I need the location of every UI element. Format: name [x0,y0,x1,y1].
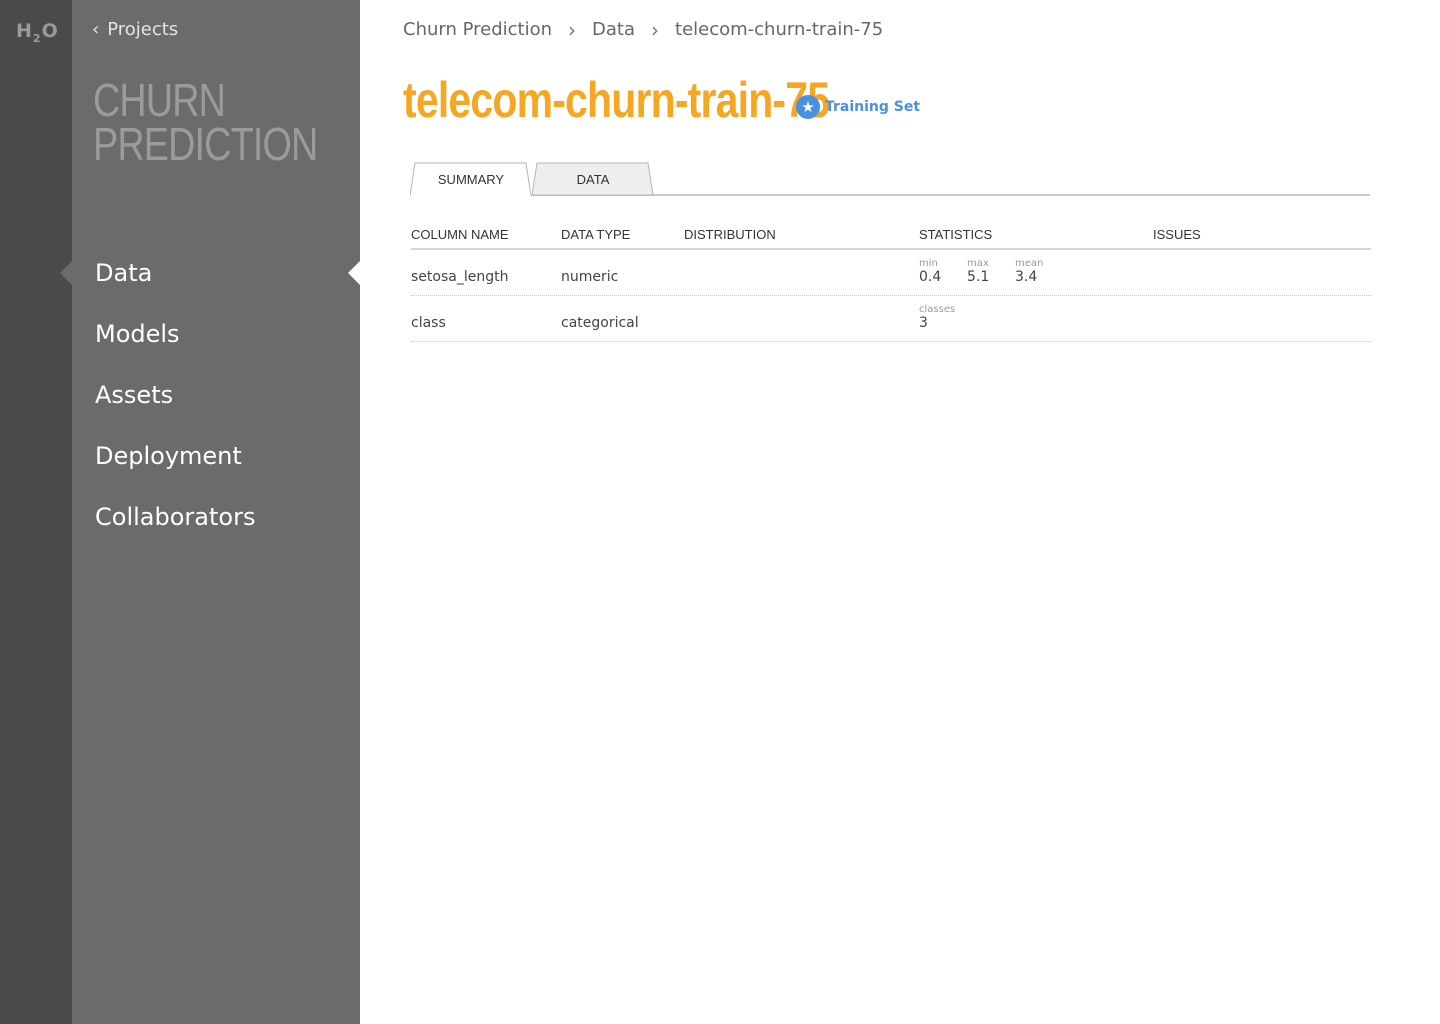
star-icon: ★ [796,95,820,119]
stat-value: 3 [919,315,928,331]
cell-column-name: setosa_length [411,269,509,285]
chevron-right-icon: › [651,17,660,42]
cell-data-type: numeric [561,269,619,285]
header-distribution[interactable]: DISTRIBUTION [684,227,919,242]
project-sidebar: ‹ Projects CHURN PREDICTION Data Models … [60,0,360,1024]
stat-label: mean [1015,258,1044,269]
badge-label: Training Set [825,99,921,115]
app-rail: H2O [0,0,72,1024]
tab-summary-label: SUMMARY [437,171,505,187]
tab-data[interactable]: DATA [532,162,654,196]
breadcrumb-item-dataset: telecom-churn-train-75 [675,19,884,40]
sidebar-item-assets[interactable]: Assets [72,364,360,425]
header-data-type[interactable]: DATA TYPE [561,227,684,242]
cell-statistics: classes 3 [919,304,1153,331]
sidebar-item-label: Models [95,319,180,348]
cell-statistics: min 0.4 max 5.1 mean 3.4 [919,258,1153,285]
stat-max: max 5.1 [967,258,1015,285]
tab-summary[interactable]: SUMMARY [410,162,532,196]
stat-value: 5.1 [967,269,990,285]
project-title: CHURN PREDICTION [93,74,318,170]
main-content: Churn Prediction › Data › telecom-churn-… [360,0,1440,1024]
sidebar-item-label: Data [95,258,153,287]
sidebar-item-deployment[interactable]: Deployment [72,425,360,486]
training-set-badge[interactable]: ★ Training Set [796,95,920,119]
stat-label: max [967,258,989,269]
logo-letter-o: O [41,20,59,42]
tab-data-label: DATA [576,171,610,187]
back-to-projects-link[interactable]: ‹ Projects [92,19,178,40]
breadcrumb: Churn Prediction › Data › telecom-churn-… [403,19,883,40]
stat-mean: mean 3.4 [1015,258,1063,285]
table-row[interactable]: class categorical classes 3 [411,296,1371,342]
stat-classes: classes 3 [919,304,967,331]
sidebar-item-collaborators[interactable]: Collaborators [72,486,360,547]
logo-letter-h: H [16,20,33,42]
stat-label: classes [919,304,956,315]
stat-label: min [919,258,938,269]
sidebar-item-models[interactable]: Models [72,303,360,364]
logo-subscript: 2 [32,32,42,45]
back-link-label: Projects [107,19,179,40]
header-column-name[interactable]: COLUMN NAME [411,227,561,242]
stat-value: 3.4 [1015,269,1038,285]
sidebar-item-label: Deployment [95,441,242,470]
table-header: COLUMN NAME DATA TYPE DISTRIBUTION STATI… [411,226,1371,250]
stat-min: min 0.4 [919,258,967,285]
chevron-right-icon: › [568,17,577,42]
table-row[interactable]: setosa_length numeric min 0.4 max 5.1 me… [411,250,1371,296]
cell-column-name: class [411,315,446,331]
header-statistics[interactable]: STATISTICS [919,227,1153,242]
breadcrumb-item-project[interactable]: Churn Prediction [403,19,552,40]
sidebar-item-data[interactable]: Data [60,242,360,303]
chevron-left-icon: ‹ [92,18,100,40]
sidebar-item-label: Assets [95,380,174,409]
stat-value: 0.4 [919,269,942,285]
header-issues[interactable]: ISSUES [1153,227,1371,242]
column-summary-table: COLUMN NAME DATA TYPE DISTRIBUTION STATI… [411,226,1371,342]
page-title: telecom-churn-train-75 [403,72,830,128]
cell-data-type: categorical [561,315,639,331]
sidebar-nav: Data Models Assets Deployment Collaborat… [60,242,360,547]
sidebar-item-label: Collaborators [95,502,256,531]
dataset-tabs: SUMMARY DATA [410,160,1370,196]
breadcrumb-item-data[interactable]: Data [592,19,635,40]
h2o-logo[interactable]: H2O [16,20,59,45]
